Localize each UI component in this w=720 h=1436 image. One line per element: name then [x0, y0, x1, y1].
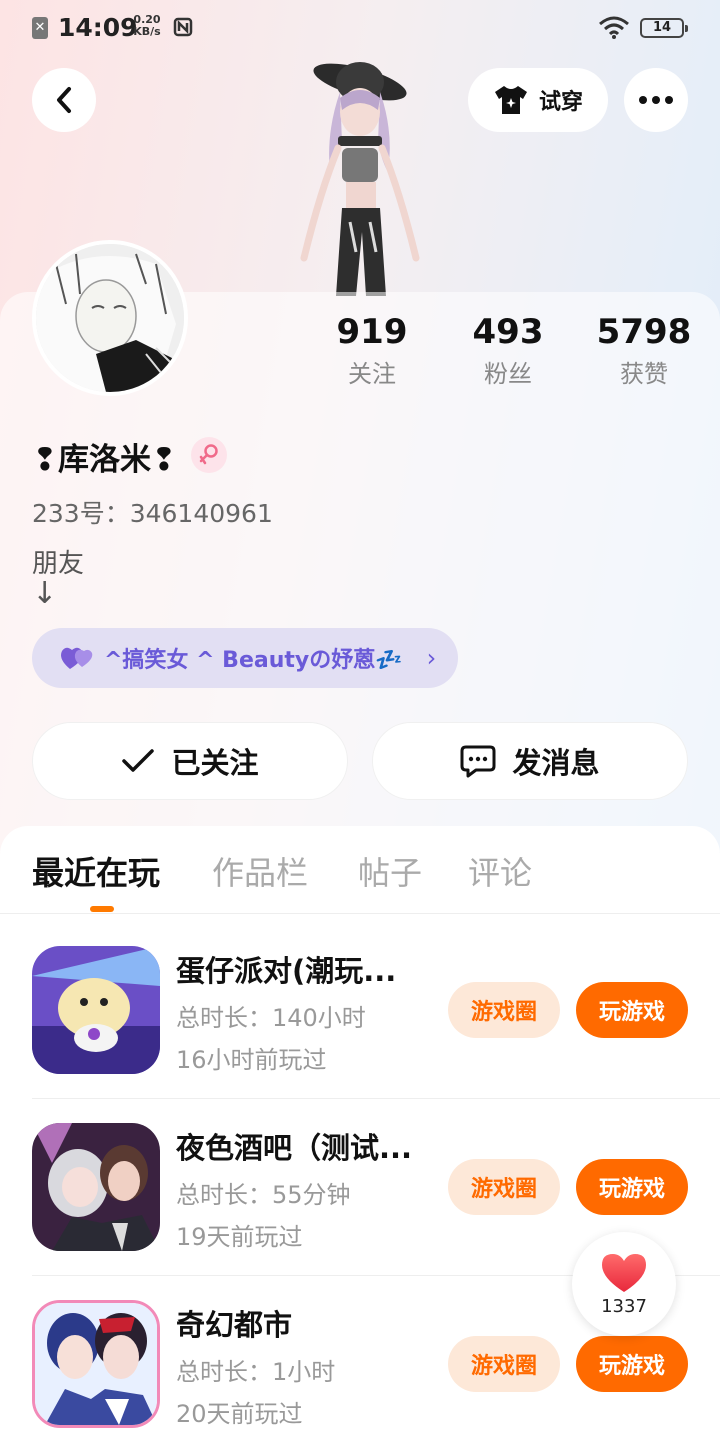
- game-icon-egg-party: [32, 946, 160, 1074]
- game-last-played: 20天前玩过: [176, 1400, 303, 1428]
- play-game-button[interactable]: 玩游戏: [576, 1159, 688, 1215]
- game-duration: 总时长：55分钟: [176, 1181, 351, 1209]
- avatar[interactable]: [32, 240, 188, 396]
- row-divider: [32, 1098, 720, 1099]
- tab-works[interactable]: 作品栏: [212, 848, 308, 894]
- game-duration: 总时长：140小时: [176, 1004, 366, 1032]
- try-on-button[interactable]: 试穿: [468, 68, 608, 132]
- stat-value: 5798: [596, 312, 692, 352]
- follow-button[interactable]: 已关注: [32, 722, 348, 800]
- chat-bubble-icon: [460, 745, 496, 778]
- game-circle-button[interactable]: 游戏圈: [448, 982, 560, 1038]
- checkmark-icon: [122, 749, 155, 772]
- chevron-right-icon: ›: [426, 644, 437, 672]
- like-button[interactable]: 1337: [572, 1232, 676, 1336]
- game-title: 夜色酒吧（测试...: [176, 1131, 413, 1165]
- stat-value: 493: [472, 312, 544, 352]
- bio-line-1: 朋友: [32, 549, 85, 579]
- group-chip-label: ^搞笑女 ^ Beautyの妤蒽💤: [104, 648, 403, 673]
- stat-likes[interactable]: 5798 获赞: [574, 310, 714, 394]
- battery-indicator: 14: [640, 18, 688, 38]
- double-heart-icon: [61, 647, 93, 669]
- try-on-label: 试穿: [538, 90, 583, 115]
- tshirt-icon: [494, 86, 527, 114]
- stat-label: 获赞: [620, 360, 668, 388]
- heart-icon: [602, 1253, 646, 1292]
- bio-line-2: ↓: [32, 576, 58, 611]
- character-avatar-figure: [300, 62, 420, 296]
- network-speed-unit: KB/s: [133, 25, 161, 38]
- back-button[interactable]: [32, 68, 96, 132]
- follow-label: 已关注: [171, 746, 259, 780]
- game-title: 蛋仔派对(潮玩...: [176, 954, 397, 988]
- network-speed: 0.20 KB/s: [133, 14, 161, 38]
- status-bar: ✕ 14:09 0.20 KB/s 14: [0, 0, 720, 56]
- stat-label: 关注: [348, 360, 396, 388]
- active-tab-indicator: [90, 906, 114, 912]
- group-chip[interactable]: ^搞笑女 ^ Beautyの妤蒽💤 ›: [32, 628, 458, 688]
- stat-label: 粉丝: [484, 360, 532, 388]
- game-icon-night-bar: [32, 1123, 160, 1251]
- game-last-played: 19天前玩过: [176, 1223, 303, 1251]
- female-gender-icon: [191, 437, 227, 473]
- notification-close-icon: ✕: [32, 17, 48, 39]
- wifi-icon: [599, 16, 629, 39]
- stat-value: 919: [336, 312, 408, 352]
- game-circle-button[interactable]: 游戏圈: [448, 1159, 560, 1215]
- tab-comments[interactable]: 评论: [468, 848, 532, 894]
- more-dot: [665, 96, 673, 104]
- nfc-icon: [173, 17, 193, 37]
- play-game-button[interactable]: 玩游戏: [576, 982, 688, 1038]
- like-count: 1337: [601, 1295, 647, 1317]
- tab-recently-played[interactable]: 最近在玩: [32, 848, 160, 894]
- more-dot: [652, 96, 660, 104]
- tabs-divider: [0, 913, 720, 914]
- avatar-image: [36, 244, 184, 392]
- play-game-button[interactable]: 玩游戏: [576, 1336, 688, 1392]
- female-symbol-icon: [199, 444, 218, 465]
- stat-following[interactable]: 919 关注: [302, 310, 442, 394]
- game-duration: 总时长：1小时: [176, 1358, 336, 1386]
- nickname: ❢库洛米❢: [32, 442, 177, 478]
- game-title: 奇幻都市: [176, 1308, 293, 1342]
- game-icon-fantasy-city: [32, 1300, 160, 1428]
- more-dots-icon: [639, 96, 647, 104]
- stat-followers[interactable]: 493 粉丝: [438, 310, 578, 394]
- more-options-button[interactable]: [624, 68, 688, 132]
- chevron-left-icon: [57, 87, 71, 113]
- message-label: 发消息: [512, 746, 600, 780]
- tab-posts[interactable]: 帖子: [358, 848, 422, 894]
- message-button[interactable]: 发消息: [372, 722, 688, 800]
- profile-tabs: 最近在玩 作品栏 帖子 评论: [0, 848, 720, 914]
- user-id: 233号：346140961: [32, 499, 273, 528]
- game-last-played: 16小时前玩过: [176, 1046, 327, 1074]
- game-circle-button[interactable]: 游戏圈: [448, 1336, 560, 1392]
- status-time: 14:09: [58, 13, 138, 42]
